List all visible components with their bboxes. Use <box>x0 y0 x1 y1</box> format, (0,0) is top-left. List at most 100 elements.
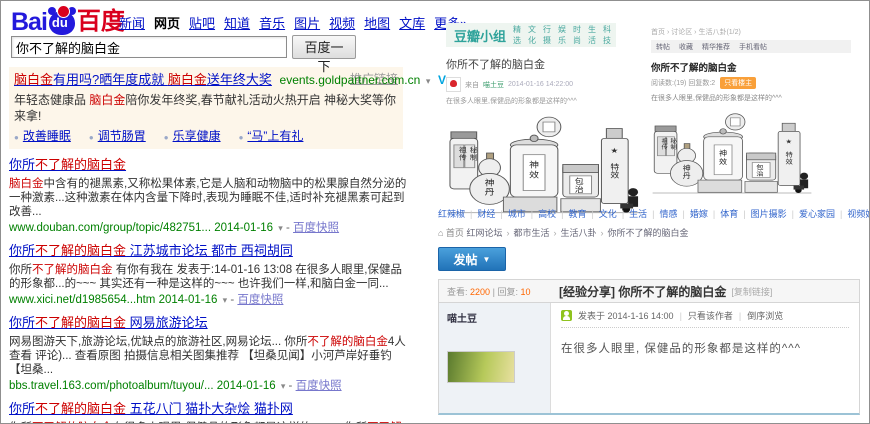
ad-sitelink-gift[interactable]: “马”上有礼 <box>239 129 304 143</box>
search-button[interactable]: 百度一下 <box>292 35 356 59</box>
rn-nav-city[interactable]: 城市 <box>495 209 525 219</box>
rn-nav-sports[interactable]: 体育 <box>708 209 738 219</box>
douban-nav-featured[interactable]: 精选 <box>513 24 521 46</box>
breadcrumb: 首页 › 讨论区 › 生活八卦(1/2) <box>651 27 851 37</box>
xici-forum-page: 首页 › 讨论区 › 生活八卦(1/2) 转帖 收藏 精华推荐 手机看帖 你所不… <box>651 27 851 195</box>
thread-header-row: 查看: 2200 | 回复: 10 [经验分享] 你所不了解的脑白金 [复制链接… <box>438 279 860 303</box>
crumb-forum[interactable]: 红网论坛 <box>466 228 502 238</box>
douban-nav-fashion[interactable]: 时尚 <box>573 24 581 46</box>
avatar[interactable] <box>447 351 515 383</box>
nav-images[interactable]: 图片 <box>294 16 320 31</box>
douban-nav-life[interactable]: 生活 <box>588 24 596 46</box>
douban-group-logo[interactable]: 豆瓣小组 <box>454 26 506 45</box>
douban-nav-photo[interactable]: 行摄 <box>543 24 551 46</box>
douban-topic-title: 你所不了解的脑白金 <box>446 56 650 72</box>
dropdown-arrow-icon[interactable]: ▾ <box>281 381 286 391</box>
replies-label: 回复: <box>497 287 518 297</box>
rn-nav-video[interactable]: 视频娱乐 <box>835 209 870 219</box>
baidu-logo-du: du <box>52 15 68 30</box>
nav-web[interactable]: 网页 <box>154 16 180 31</box>
only-author-link[interactable]: 只看该作者 <box>688 309 733 322</box>
nav-maps[interactable]: 地图 <box>364 16 390 31</box>
rn-nav-finance[interactable]: 财经 <box>465 209 495 219</box>
douban-nav-culture[interactable]: 文化 <box>528 24 536 46</box>
new-post-label: 发帖 <box>454 251 478 268</box>
separator: | <box>493 287 495 297</box>
reverse-order-link[interactable]: 倒序浏览 <box>747 309 783 322</box>
rn-nav-life[interactable]: 生活 <box>617 209 647 219</box>
baidu-snapshot-link[interactable]: 百度快照 <box>296 380 342 392</box>
search-result: 你所不了解的脑白金 五花八门 猫扑大杂烩 猫扑网 你所不了解的脑白金在很多人眼里… <box>9 400 409 424</box>
ad-block: 推广链接 脑白金有用吗?晒年度成就 脑白金送年终大奖 events.goldpa… <box>9 67 403 149</box>
views-label: 查看: <box>447 287 468 297</box>
dash: - <box>230 294 234 306</box>
tab-mobile[interactable]: 手机看帖 <box>739 42 767 52</box>
separator: | <box>680 311 682 321</box>
xici-read-reply-counts: 阅读数:(19) 回复数:2 <box>651 78 715 88</box>
rn-nav-college[interactable]: 高校 <box>526 209 556 219</box>
nav-music[interactable]: 音乐 <box>259 16 285 31</box>
rn-nav-culture[interactable]: 文化 <box>586 209 616 219</box>
ad-sitelink-stomach[interactable]: 调节肠胃 <box>89 129 146 143</box>
baidu-logo[interactable]: Baidu百度 <box>11 5 125 39</box>
tab-favorite[interactable]: 收藏 <box>679 42 693 52</box>
thread-stats: 查看: 2200 | 回复: 10 <box>439 285 559 298</box>
result-title-link[interactable]: 你所不了解的脑白金 五花八门 猫扑大杂烩 猫扑网 <box>9 401 293 417</box>
rn-nav-education[interactable]: 教育 <box>556 209 586 219</box>
baidu-snapshot-link[interactable]: 百度快照 <box>237 294 283 306</box>
only-op-badge[interactable]: 只看楼主 <box>720 77 756 89</box>
breadcrumb: ⌂ 首页 红网论坛都市生活生活八卦你所不了解的脑白金 <box>438 226 862 239</box>
xici-thread-stats: 阅读数:(19) 回复数:2 只看楼主 <box>651 77 851 89</box>
ad-sitelinks: 改善睡眠 调节肠胃 乐享健康 “马”上有礼 <box>14 127 398 144</box>
posted-time: 发表于 2014-1-16 14:00 <box>578 309 674 322</box>
douban-header-bar: 豆瓣小组 精选 文化 行摄 娱乐 时尚 生活 科技 <box>446 23 616 47</box>
douban-author-link[interactable]: 喵土豆 <box>483 80 504 90</box>
douban-nav-tech[interactable]: 科技 <box>603 24 611 46</box>
result-url: www.douban.com/group/topic/482751... <box>9 222 211 234</box>
dash: - <box>286 222 290 234</box>
ad-description: 年轻态健康品 脑白金陪你发年终奖,春节献礼活动火热开启 神秘大奖等你来拿! <box>14 92 398 124</box>
douban-post-text: 在很多人眼里,保健品的形象都是这样的^^^ <box>446 96 650 106</box>
new-post-button[interactable]: 发帖 ▼ <box>438 247 506 271</box>
tab-digest[interactable]: 精华推荐 <box>702 42 730 52</box>
ad-sitelink-sleep[interactable]: 改善睡眠 <box>14 129 71 143</box>
search-input[interactable] <box>11 36 287 58</box>
home-icon[interactable]: ⌂ 首页 <box>438 228 464 238</box>
baidu-header: Baidu百度 新闻网页贴吧知道音乐图片视频地图文库更多» 百度一下 <box>9 3 421 61</box>
from-label: 来自 <box>465 80 479 90</box>
crumb-citylife[interactable]: 都市生活 <box>502 228 549 238</box>
avatar[interactable] <box>446 77 461 92</box>
post-content-column: 发表于 2014-1-16 14:00 | 只看该作者 | 倒序浏览 在很多人眼… <box>551 303 859 413</box>
thread-title-link[interactable]: [经验分享] 你所不了解的脑白金 <box>559 283 726 300</box>
dropdown-arrow-icon[interactable]: ▾ <box>223 295 228 305</box>
result-title-link[interactable]: 你所不了解的脑白金 网易旅游论坛 <box>9 315 208 331</box>
result-snippet: 网易图游天下,旅游论坛,优缺点的旅游社区,网易论坛... 你所不了解的脑白金4人… <box>9 335 409 377</box>
rednet-forum-page: 红辣椒财经城市高校教育文化生活情感婚嫁体育图片摄影爱心家园视频娱乐 ⌂ 首页 红… <box>438 207 862 415</box>
ad-sitelink-health[interactable]: 乐享健康 <box>164 129 221 143</box>
rn-nav-emotion[interactable]: 情感 <box>647 209 677 219</box>
nav-zhidao[interactable]: 知道 <box>224 16 250 31</box>
dropdown-arrow-icon[interactable]: ▾ <box>426 76 431 86</box>
crumb-gossip[interactable]: 生活八卦 <box>549 228 596 238</box>
result-title-link[interactable]: 你所不了解的脑白金 江苏城市论坛 都市 西祠胡同 <box>9 243 293 259</box>
ad-title-link[interactable]: 脑白金有用吗?晒年度成就 脑白金送年终大奖 <box>14 72 272 87</box>
tab-repost[interactable]: 转帖 <box>656 42 670 52</box>
nav-video[interactable]: 视频 <box>329 16 355 31</box>
rn-nav-hotpepper[interactable]: 红辣椒 <box>438 209 465 219</box>
rn-nav-photography[interactable]: 图片摄影 <box>738 209 786 219</box>
nav-wenku[interactable]: 文库 <box>399 16 425 31</box>
author-username-link[interactable]: 喵土豆 <box>447 314 477 325</box>
rn-nav-charity[interactable]: 爱心家园 <box>787 209 835 219</box>
copy-link[interactable]: [复制链接] <box>731 285 772 298</box>
baidu-vertical-nav: 新闻网页贴吧知道音乐图片视频地图文库更多» <box>119 13 476 32</box>
dropdown-arrow-icon[interactable]: ▾ <box>278 223 283 233</box>
crumb-thread[interactable]: 你所不了解的脑白金 <box>597 228 689 238</box>
douban-group-page: 豆瓣小组 精选 文化 行摄 娱乐 时尚 生活 科技 你所不了解的脑白金 来自 喵… <box>446 23 650 215</box>
nav-news[interactable]: 新闻 <box>119 16 145 31</box>
baidu-snapshot-link[interactable]: 百度快照 <box>293 222 339 234</box>
douban-nav-fun[interactable]: 娱乐 <box>558 24 566 46</box>
nav-tieba[interactable]: 贴吧 <box>189 16 215 31</box>
rn-nav-wedding[interactable]: 婚嫁 <box>678 209 708 219</box>
chevron-down-icon: ▼ <box>483 255 491 264</box>
result-title-link[interactable]: 你所不了解的脑白金 <box>9 157 126 173</box>
